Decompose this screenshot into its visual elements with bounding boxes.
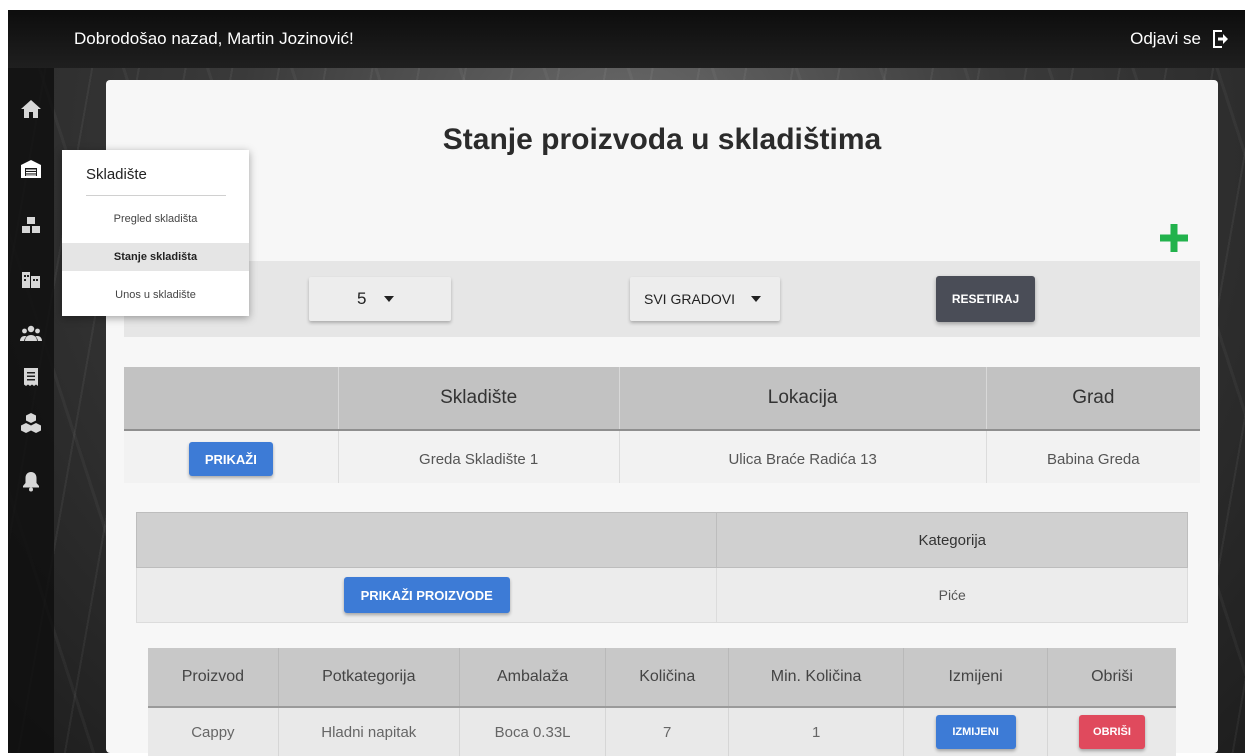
chevron-down-icon (751, 296, 762, 302)
chevron-down-icon (384, 296, 395, 302)
table-row: PRIKAŽI Greda Skladište 1 Ulica Braće Ra… (124, 430, 1200, 487)
column-header-category: Kategorija (716, 512, 1188, 568)
table-row: PRIKAŽI PROIZVODE Piće (135, 567, 1188, 623)
column-header (124, 367, 339, 431)
column-header (135, 512, 718, 568)
home-icon[interactable] (20, 98, 42, 120)
dropdown-title: Skladište (86, 166, 147, 183)
row-action-cell: PRIKAŽI PROIZVODE (135, 567, 718, 623)
page-size-value: 5 (357, 289, 367, 308)
warehouse-details: Kategorija PRIKAŽI PROIZVODE Piće Proizv… (124, 483, 1200, 756)
city-value: SVI GRADOVI (644, 291, 736, 307)
warehouses-table: Skladište Lokacija Grad PRIKAŽI Greda Sk… (124, 367, 1200, 487)
column-header-delete: Obriši (1047, 648, 1176, 708)
city-select[interactable]: SVI GRADOVI (630, 277, 780, 321)
warehouse-city: Babina Greda (986, 430, 1200, 487)
filter-bar: 5 SVI GRADOVI RESETIRAJ (124, 261, 1200, 337)
products-table: Proizvod Potkategorija Ambalaža Količina… (148, 648, 1176, 756)
top-bar: Dobrodošao nazad, Martin Jozinović! Odja… (8, 10, 1245, 68)
product-name: Cappy (148, 707, 279, 756)
edit-cell: IZMIJENI (903, 707, 1048, 756)
product-quantity: 7 (605, 707, 730, 756)
product-min-quantity: 1 (728, 707, 905, 756)
menu-item-warehouse-overview[interactable]: Pregled skladišta (62, 205, 249, 233)
menu-item-warehouse-stock[interactable]: Stanje skladišta (62, 243, 249, 271)
warehouse-location: Ulica Braće Radića 13 (619, 430, 987, 487)
page-size-select[interactable]: 5 (309, 277, 451, 321)
column-header-edit: Izmijeni (903, 648, 1048, 708)
receipt-icon[interactable] (20, 366, 42, 388)
warehouse-icon[interactable] (20, 158, 42, 180)
reset-button[interactable]: RESETIRAJ (936, 276, 1035, 322)
row-action-cell: PRIKAŽI (124, 430, 339, 487)
category-name: Piće (716, 567, 1188, 623)
menu-item-warehouse-entry[interactable]: Unos u skladište (62, 281, 249, 309)
boxes-icon[interactable] (20, 214, 42, 236)
logout-label: Odjavi se (1130, 29, 1201, 48)
column-header-city: Grad (986, 367, 1200, 431)
product-packaging: Boca 0.33L (459, 707, 607, 756)
warehouse-name: Greda Skladište 1 (338, 430, 620, 487)
column-header-warehouse: Skladište (338, 367, 620, 431)
delete-button[interactable]: OBRIŠI (1079, 715, 1145, 749)
show-products-button[interactable]: PRIKAŽI PROIZVODE (343, 577, 510, 613)
bell-icon[interactable] (20, 470, 42, 492)
add-button[interactable] (1158, 222, 1190, 254)
page-title: Stanje proizvoda u skladištima (442, 123, 882, 156)
packages-icon[interactable] (20, 412, 42, 434)
product-subcategory: Hladni napitak (278, 707, 460, 756)
column-header-min-quantity: Min. Količina (728, 648, 905, 708)
column-header-subcategory: Potkategorija (278, 648, 460, 708)
edit-button[interactable]: IZMIJENI (935, 715, 1016, 749)
dropdown-divider (86, 195, 226, 196)
buildings-icon[interactable] (20, 268, 42, 290)
welcome-message: Dobrodošao nazad, Martin Jozinović! (74, 29, 354, 48)
show-button[interactable]: PRIKAŽI (188, 442, 273, 476)
delete-cell: OBRIŠI (1047, 707, 1176, 756)
users-icon[interactable] (20, 322, 42, 344)
column-header-location: Lokacija (619, 367, 987, 431)
warehouse-dropdown-menu: Skladište Pregled skladišta Stanje sklad… (62, 150, 249, 316)
sidebar (8, 68, 54, 753)
logout-button[interactable]: Odjavi se (1130, 27, 1233, 51)
column-header-packaging: Ambalaža (459, 648, 607, 708)
logout-icon (1213, 30, 1228, 48)
column-header-product: Proizvod (148, 648, 279, 708)
table-row: Cappy Hladni napitak Boca 0.33L 7 1 IZMI… (148, 707, 1176, 756)
column-header-quantity: Količina (605, 648, 730, 708)
categories-table: Kategorija PRIKAŽI PROIZVODE Piće (135, 512, 1188, 623)
main-panel: Stanje proizvoda u skladištima 5 SVI GRA… (106, 80, 1218, 756)
